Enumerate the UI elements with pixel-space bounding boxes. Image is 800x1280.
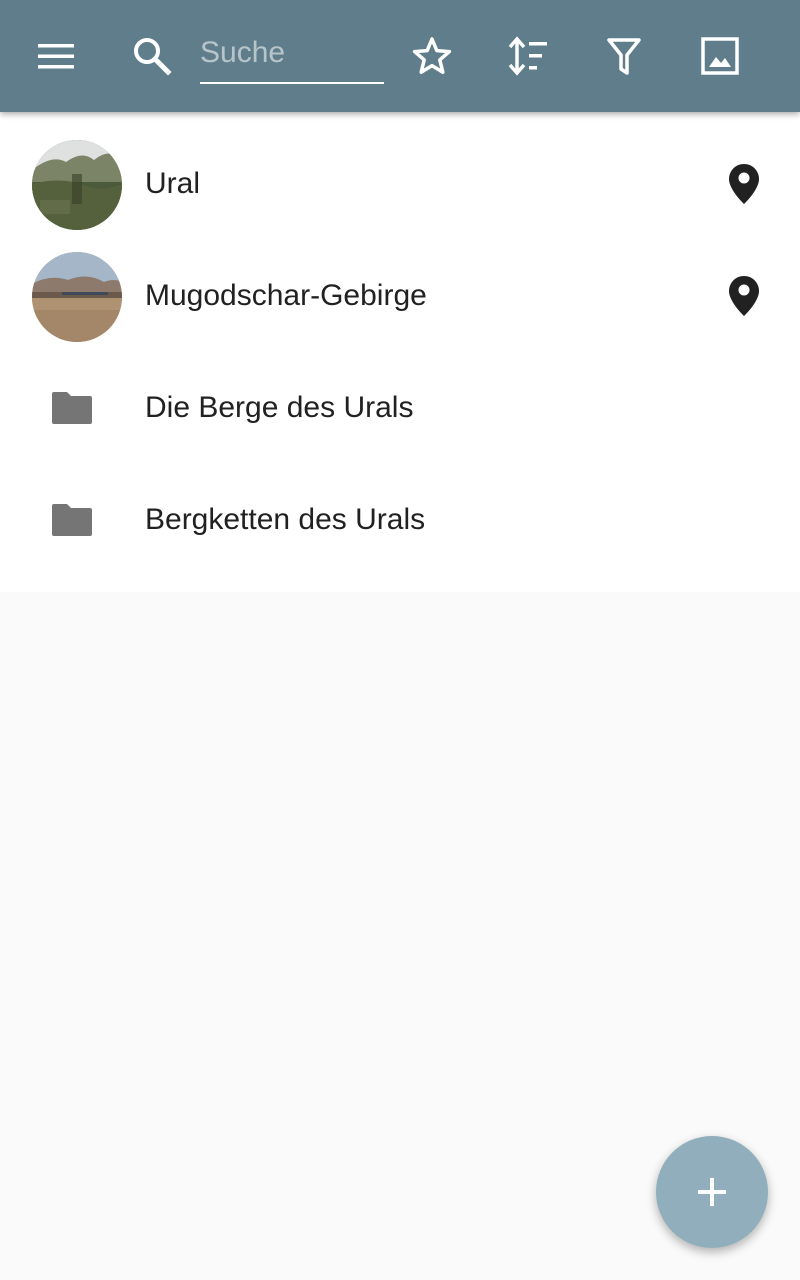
list-item-folder-bergketten[interactable]: Bergketten des Urals (0, 464, 800, 576)
list-item-ural[interactable]: Ural (0, 128, 800, 240)
add-button[interactable] (656, 1136, 768, 1248)
item-list: Ural Mugodschar-Gebirge Die Berge des Ur… (0, 112, 800, 592)
ural-thumbnail (32, 140, 122, 230)
mugodschar-thumbnail (32, 252, 122, 342)
filter-icon[interactable] (596, 28, 652, 84)
menu-icon[interactable] (28, 28, 84, 84)
search-field (200, 24, 384, 84)
top-toolbar (0, 0, 800, 112)
list-item-label: Mugodschar-Gebirge (145, 279, 427, 312)
sort-icon[interactable] (499, 28, 555, 84)
list-item-label: Die Berge des Urals (145, 391, 414, 424)
location-pin-icon[interactable] (724, 160, 764, 208)
image-icon[interactable] (692, 28, 748, 84)
folder-icon (50, 502, 94, 538)
list-item-folder-berge[interactable]: Die Berge des Urals (0, 352, 800, 464)
plus-icon (698, 1178, 726, 1206)
list-item-mugodschar[interactable]: Mugodschar-Gebirge (0, 240, 800, 352)
folder-icon (50, 390, 94, 426)
search-icon[interactable] (124, 28, 180, 84)
search-input[interactable] (200, 24, 384, 82)
location-pin-icon[interactable] (724, 272, 764, 320)
star-outline-icon[interactable] (404, 28, 460, 84)
list-item-label: Ural (145, 167, 201, 200)
list-item-label: Bergketten des Urals (145, 503, 426, 536)
